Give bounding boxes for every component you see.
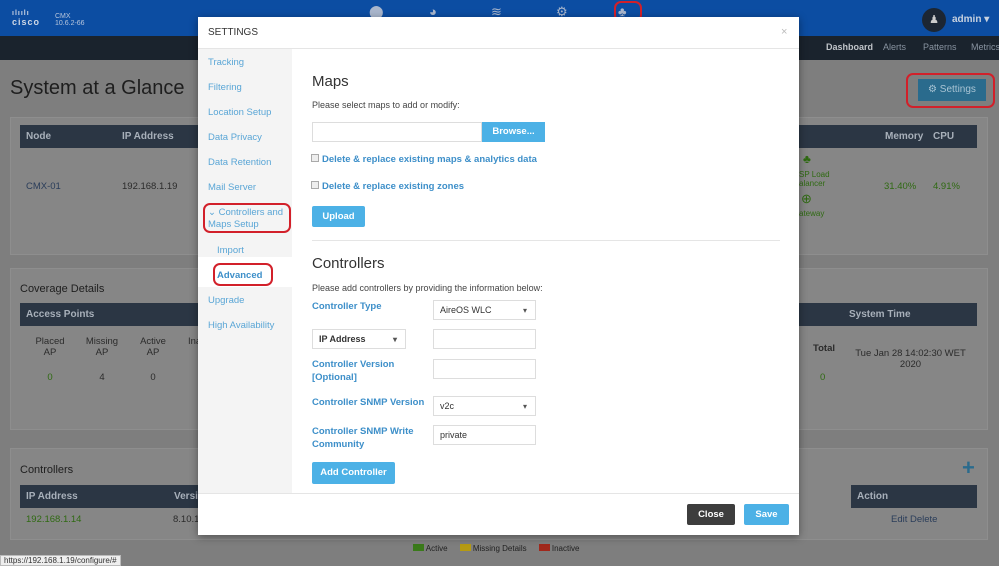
controller-version-label: Controller Version [Optional] xyxy=(312,359,395,383)
globe-icon: ⊕ xyxy=(801,191,812,206)
status-bar-url: https://192.168.1.19/configure/# xyxy=(0,555,121,566)
replace-zones-checkbox[interactable]: Delete & replace existing zones xyxy=(311,180,464,193)
snmp-community-input[interactable]: private xyxy=(433,425,536,445)
add-controller-button[interactable]: Add Controller xyxy=(312,462,395,484)
save-button[interactable]: Save xyxy=(744,504,789,525)
col-node: Node xyxy=(20,125,116,148)
memory-value: 31.40% xyxy=(884,181,917,192)
snmp-version-select[interactable]: v2c xyxy=(433,396,536,416)
product-name: CMX 10.6.2-66 xyxy=(55,13,85,27)
legend-inactive: Inactive xyxy=(538,544,579,553)
system-time-header: System Time xyxy=(843,303,977,326)
placed-ap-value: 0 xyxy=(47,372,53,383)
nav-alerts[interactable]: Alerts xyxy=(883,42,906,52)
controllers-heading: Controllers xyxy=(312,255,385,272)
ap-header-cont xyxy=(799,303,843,326)
col-controller-ip: IP Address xyxy=(20,485,168,508)
col-services xyxy=(799,125,879,148)
close-icon[interactable]: × xyxy=(781,26,787,38)
sidebar-item-upgrade[interactable]: Upgrade xyxy=(208,295,244,306)
total-label: Total xyxy=(813,343,835,354)
col-version: Versio xyxy=(168,485,204,508)
ip-address-input[interactable] xyxy=(433,329,536,349)
active-ap-label: Active AP xyxy=(140,336,166,358)
sidebar-item-filtering[interactable]: Filtering xyxy=(208,82,242,93)
sidebar-item-data-retention[interactable]: Data Retention xyxy=(208,157,271,168)
placed-ap-label: Placed AP xyxy=(35,336,65,358)
system-time: Tue Jan 28 14:02:30 WET 2020 xyxy=(855,348,966,370)
controller-type-select[interactable]: AireOS WLC xyxy=(433,300,536,320)
highlight-annotation xyxy=(906,73,995,108)
legend-active: Active xyxy=(413,544,448,553)
col-ip: IP Address xyxy=(116,125,200,148)
service-gateway: ateway xyxy=(799,209,825,218)
col-action: Action xyxy=(851,485,977,508)
highlight-annotation xyxy=(213,263,273,286)
user-menu[interactable]: admin ▾ xyxy=(952,14,989,25)
legend-missing: Missing Details xyxy=(459,544,527,553)
service-load-balancer: SP Load alancer xyxy=(799,170,830,188)
access-points-header: Access Points xyxy=(20,303,200,326)
browse-button[interactable]: Browse... xyxy=(482,122,545,142)
modal-title: SETTINGS xyxy=(208,27,259,38)
controller-ip: 192.168.1.14 xyxy=(26,514,82,525)
close-button[interactable]: Close xyxy=(687,504,735,525)
modal-header: SETTINGS xyxy=(198,17,799,49)
nav-patterns[interactable]: Patterns xyxy=(923,42,957,52)
sidebar-item-tracking[interactable]: Tracking xyxy=(208,57,244,68)
col-cpu: CPU xyxy=(927,125,977,148)
snmp-community-label: Controller SNMP Write Community xyxy=(312,426,414,450)
missing-ap-value: 4 xyxy=(99,372,105,383)
ip-address-type-select[interactable]: IP Address xyxy=(312,329,406,349)
node-ip: 192.168.1.19 xyxy=(122,181,178,192)
node-name[interactable]: CMX-01 xyxy=(26,181,61,192)
nav-dashboard[interactable]: Dashboard xyxy=(826,42,873,52)
page-title: System at a Glance xyxy=(10,77,185,99)
upload-button[interactable]: Upload xyxy=(312,206,365,227)
total-value: 0 xyxy=(820,372,826,383)
controllers-title: Controllers xyxy=(20,464,74,476)
missing-ap-label: Missing AP xyxy=(85,336,119,358)
legend: Active Missing Details Inactive xyxy=(413,544,579,553)
sidebar-item-data-privacy[interactable]: Data Privacy xyxy=(208,132,262,143)
replace-maps-checkbox[interactable]: Delete & replace existing maps & analyti… xyxy=(311,153,537,166)
divider xyxy=(312,240,780,241)
edit-delete-links[interactable]: Edit Delete xyxy=(891,514,937,525)
snmp-version-label: Controller SNMP Version xyxy=(312,397,425,408)
settings-modal: SETTINGS × Tracking Filtering Location S… xyxy=(198,17,799,535)
avatar[interactable]: ♟ xyxy=(922,8,946,32)
cisco-logo: ılıılı cisco xyxy=(12,10,41,27)
active-ap-value: 0 xyxy=(150,372,156,383)
controller-version-input[interactable] xyxy=(433,359,536,379)
nav-metrics[interactable]: Metrics xyxy=(971,42,999,52)
sidebar-item-mail-server[interactable]: Mail Server xyxy=(208,182,256,193)
controller-type-label: Controller Type xyxy=(312,301,382,312)
sidebar-item-location-setup[interactable]: Location Setup xyxy=(208,107,271,118)
add-controller-plus-icon[interactable]: + xyxy=(962,455,975,481)
load-balancer-icon: ♣ xyxy=(803,152,811,166)
maps-desc: Please select maps to add or modify: xyxy=(312,100,460,110)
col-memory: Memory xyxy=(879,125,927,148)
controller-version: 8.10.1 xyxy=(173,514,200,525)
coverage-title: Coverage Details xyxy=(20,283,105,295)
highlight-annotation xyxy=(203,203,291,233)
sidebar-item-import[interactable]: Import xyxy=(217,245,244,256)
sidebar-item-high-availability[interactable]: High Availability xyxy=(208,320,274,331)
controllers-desc: Please add controllers by providing the … xyxy=(312,283,543,293)
map-file-input[interactable] xyxy=(312,122,482,142)
maps-heading: Maps xyxy=(312,73,349,90)
cpu-value: 4.91% xyxy=(933,181,960,192)
